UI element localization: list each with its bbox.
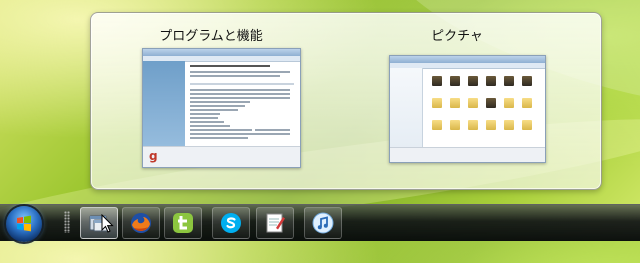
mouse-pointer <box>101 213 115 238</box>
firefox-icon <box>131 213 151 233</box>
window-titlebar <box>143 49 300 56</box>
window-titlebar <box>390 56 545 63</box>
details-pane: g <box>143 146 300 167</box>
taskbar-button-firefox[interactable] <box>122 207 160 239</box>
windows-logo-icon <box>17 215 31 232</box>
itunes-icon <box>312 212 334 234</box>
publisher-logo-icon: g <box>149 149 158 163</box>
details-pane <box>390 147 545 162</box>
thumbnail-title-pictures: ピクチャ <box>431 29 483 44</box>
taskbar-thumbnail-flyout: プログラムと機能 g ピクチャ <box>90 12 602 190</box>
thumbnail-title-programs-and-features: プログラムと機能 <box>159 29 263 44</box>
taskbar-button-green-app[interactable] <box>164 207 202 239</box>
notepad-icon <box>266 213 285 233</box>
taskbar-button-itunes[interactable] <box>304 207 342 239</box>
skype-icon <box>221 213 241 233</box>
start-button[interactable] <box>6 206 42 242</box>
thumbnail-pictures[interactable] <box>389 55 546 163</box>
taskbar-button-skype[interactable] <box>212 207 250 239</box>
green-leaf-app-icon <box>173 213 193 233</box>
thumbnail-programs-and-features[interactable]: g <box>142 48 301 168</box>
quick-launch-grip[interactable] <box>64 211 70 233</box>
taskbar-button-notepad[interactable] <box>256 207 294 239</box>
